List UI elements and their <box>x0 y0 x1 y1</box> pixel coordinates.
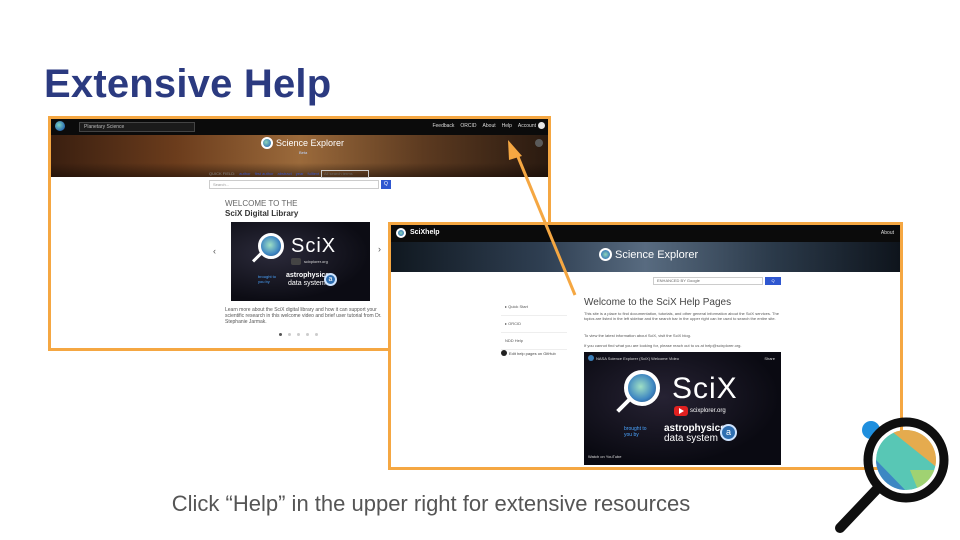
scix-logo-icon[interactable] <box>55 121 65 131</box>
collection-select[interactable]: Planetary Science <box>79 122 195 132</box>
help-search-input[interactable]: ENHANCED BY Google <box>653 277 763 285</box>
about-menu[interactable]: About <box>881 230 894 236</box>
nav-about[interactable]: About <box>483 123 496 129</box>
help-sidebar: ▸ Quick Start ▸ ORCID NDD Help <box>501 299 567 350</box>
github-link[interactable]: Edit help pages on GitHub <box>501 350 556 356</box>
video-title: SciX <box>291 235 337 257</box>
youtube-play-icon[interactable] <box>674 406 688 416</box>
help-navbar: SciXhelp About <box>391 225 900 242</box>
help-circle-icon[interactable] <box>535 139 543 147</box>
all-fields-select[interactable]: All search terms <box>321 170 369 178</box>
brought-line-2: you by <box>624 432 639 438</box>
sidebar-item-ndd-help[interactable]: NDD Help <box>501 333 567 350</box>
carousel-dot[interactable] <box>315 333 318 336</box>
sidebar-item-quick-start[interactable]: ▸ Quick Start <box>501 299 567 316</box>
quick-fields: QUICK FIELD: author first author abstrac… <box>209 171 319 176</box>
ads-logo-icon: a <box>324 273 337 286</box>
brought-by: brought to you by <box>258 274 276 284</box>
help-search-button[interactable]: Q <box>765 277 781 285</box>
quick-field-abstract[interactable]: abstract <box>277 171 291 176</box>
library-title: SciX Digital Library <box>225 209 299 218</box>
quick-field-year[interactable]: year <box>296 171 304 176</box>
help-contact-paragraph: If you cannot find what you are looking … <box>584 343 742 348</box>
share-button[interactable]: Share <box>764 356 775 361</box>
video-astro: astrophysics <box>286 272 330 279</box>
help-welcome-video[interactable]: NASA Science Explorer (SciX) Welcome Vid… <box>584 352 781 465</box>
carousel-dot[interactable] <box>297 333 300 336</box>
ads-logo-icon: a <box>720 424 737 441</box>
carousel-dot[interactable] <box>288 333 291 336</box>
scix-brand-icon <box>261 137 273 149</box>
video-description: Learn more about the SciX digital librar… <box>225 307 382 325</box>
quick-field-fulltext[interactable]: fulltext <box>308 171 320 176</box>
video-url: scixplorer.org <box>690 408 726 414</box>
video-data-system: data system <box>664 433 718 444</box>
scix-logo-icon[interactable] <box>396 228 406 238</box>
nav-feedback[interactable]: Feedback <box>432 123 454 129</box>
top-navbar: Planetary Science Feedback ORCID About H… <box>51 119 548 135</box>
nav-menu: Feedback ORCID About Help Account <box>432 123 536 129</box>
brought-by: brought to you by <box>624 426 647 438</box>
magnifier-logo-icon <box>835 417 949 533</box>
carousel-dots <box>279 333 318 336</box>
science-explorer-brand: Science Explorer <box>261 137 344 149</box>
scix-magnifier-icon <box>258 233 284 259</box>
search-button[interactable]: Q <box>381 180 391 189</box>
scix-brand-icon <box>599 248 612 261</box>
help-intro-paragraph: This site is a place to find documentati… <box>584 311 779 321</box>
play-icon[interactable] <box>291 258 301 265</box>
video-top-bar: NASA Science Explorer (SciX) Welcome Vid… <box>588 355 679 361</box>
welcome-text: WELCOME TO THE <box>225 199 298 208</box>
quick-field-author[interactable]: author <box>239 171 250 176</box>
carousel-next-icon[interactable]: › <box>378 244 381 254</box>
user-avatar[interactable] <box>538 122 545 129</box>
scix-help-screenshot: SciXhelp About Science Explorer ENHANCED… <box>388 222 903 470</box>
brought-line-2: you by <box>258 279 270 284</box>
nav-account[interactable]: Account <box>518 123 536 129</box>
quick-field-first-author[interactable]: first author <box>255 171 274 176</box>
video-title: SciX <box>672 372 738 405</box>
search-input[interactable]: Search... <box>209 180 379 189</box>
help-heading: Welcome to the SciX Help Pages <box>584 297 732 308</box>
video-top-label: NASA Science Explorer (SciX) Welcome Vid… <box>596 355 679 361</box>
carousel-dot[interactable] <box>279 333 282 336</box>
channel-icon <box>588 355 594 361</box>
scix-magnifier-icon <box>624 370 660 406</box>
brand-text: Science Explorer <box>276 138 345 148</box>
quick-field-label: QUICK FIELD: <box>209 171 236 176</box>
slide-caption: Click “Help” in the upper right for exte… <box>171 491 691 516</box>
help-brand-text: Science Explorer <box>615 248 699 261</box>
carousel-dot[interactable] <box>306 333 309 336</box>
help-brand: Science Explorer <box>599 248 698 261</box>
scixhelp-logo-text[interactable]: SciXhelp <box>410 229 440 236</box>
github-link-text: Edit help pages on GitHub <box>509 350 556 356</box>
help-blog-paragraph: To view the latest information about Sci… <box>584 333 691 338</box>
nav-orcid[interactable]: ORCID <box>460 123 476 129</box>
carousel-prev-icon[interactable]: ‹ <box>213 246 216 256</box>
slide-title: Extensive Help <box>44 62 332 106</box>
nav-help[interactable]: Help <box>502 123 512 129</box>
sidebar-item-orcid[interactable]: ▸ ORCID <box>501 316 567 333</box>
welcome-video[interactable]: SciX scixplorer.org brought to you by as… <box>231 222 370 301</box>
watch-on-youtube[interactable]: Watch on YouTube <box>588 454 622 459</box>
video-data-system: data system <box>288 280 326 287</box>
brand-sub: Beta <box>299 150 308 155</box>
github-icon <box>501 350 507 356</box>
video-url: scixplorer.org <box>304 259 328 264</box>
